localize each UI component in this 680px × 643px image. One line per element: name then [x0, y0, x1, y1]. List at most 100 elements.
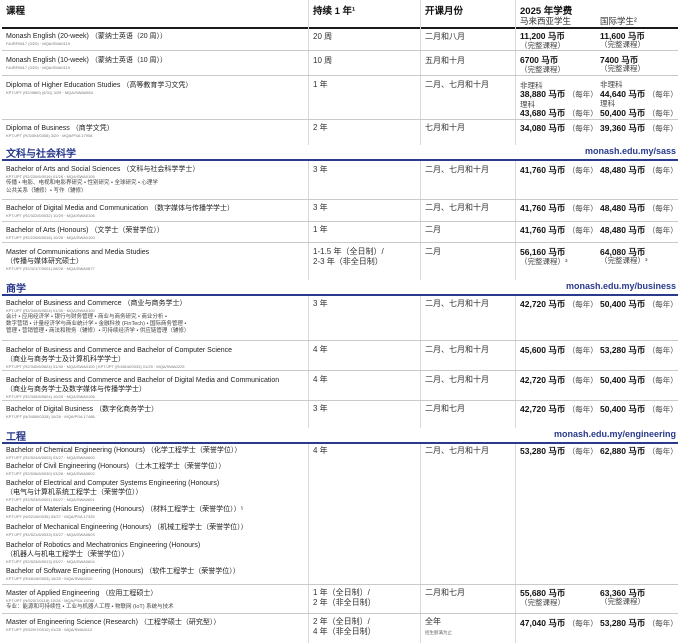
course-name: Master of Communications and Media Studi…	[6, 249, 150, 256]
row-rule	[2, 370, 678, 371]
course-name: Bachelor of Robotics and Mechatronics En…	[6, 542, 201, 549]
fee-unit: （每年）	[647, 204, 678, 213]
row-rule	[2, 400, 678, 401]
intake: 二月、七月和十月	[425, 165, 489, 174]
course-name: Bachelor of Business and Commerce and Ba…	[6, 377, 280, 384]
col-international: 国际学生²	[600, 16, 637, 26]
duration: 20 周	[313, 32, 333, 41]
course-code: KPT/JPT (R2/526/6/0030) 03/26 · MQA/SWA0…	[6, 471, 95, 476]
section-title: 商学	[6, 284, 26, 295]
course-name: Bachelor of Digital Media and Communicat…	[6, 205, 234, 212]
row-rule	[2, 340, 678, 341]
fee-malaysian: 41,760 马币	[520, 203, 566, 213]
course-code: KPT/JPT (R/481/6/0003) 10/25 · MQA/SWA02…	[6, 576, 93, 581]
course-name: Bachelor of Civil Engineering (Honours) …	[6, 463, 226, 470]
row-rule	[2, 199, 678, 200]
divider	[515, 0, 516, 643]
fee-international: 48,480 马币	[600, 203, 646, 213]
fee-unit: （每年）	[567, 447, 598, 456]
course-code: FAJRF6617 (0/20) · MQA/SWA0119	[6, 41, 71, 46]
fee-unit: （每年）	[647, 226, 678, 235]
duration: 4 年（非全日制）	[313, 627, 376, 636]
course-name: Bachelor of Business and Commerce （商业与商务…	[6, 300, 187, 307]
divider	[308, 0, 309, 643]
duration: 3 年	[313, 299, 328, 308]
course-name: Bachelor of Arts and Social Sciences （文科…	[6, 166, 200, 173]
row-rule	[2, 119, 678, 120]
fee-international-note: （完整课程）	[600, 64, 645, 73]
intake: 二月、七月和十月	[425, 203, 489, 212]
fee-malaysian: 38,880 马币	[520, 89, 566, 99]
course-name: Diploma of Higher Education Studies （高等教…	[6, 82, 193, 89]
course-code: KPT/JPT (R2/220/6/0016) 01/26 · MQA/SWA0…	[6, 174, 95, 179]
header-rule	[2, 27, 678, 29]
course-name: Monash English (10-week) （蒙纳士英语（10 周））	[6, 57, 168, 64]
course-code: KPT/JPT (R/520/7/0010) 01/28 · MQA/SWA01…	[6, 627, 93, 632]
duration: 1-1.5 年（全日制）/	[313, 247, 384, 256]
fee-international: 53,280 马币	[600, 345, 646, 355]
intake-note: 招生额满为止	[425, 630, 452, 635]
fee-international: 53,280 马币	[600, 618, 646, 628]
course-name: Bachelor of Mechanical Engineering (Hono…	[6, 524, 248, 531]
row-rule	[2, 221, 678, 222]
course-name: Bachelor of Software Engineering (Honour…	[6, 568, 240, 575]
fee-unit: （每年）	[567, 346, 598, 355]
course-code: KPT/JPT (R2/340/6/0624) 01/30 · MQA/SWA0…	[6, 364, 185, 369]
intake: 二月和七月	[425, 588, 465, 597]
col-intake: 开课月份	[425, 6, 464, 17]
fee-unit: （每年）	[567, 124, 598, 133]
fee-unit: （每年）	[647, 619, 678, 628]
row-rule	[2, 584, 678, 585]
intake: 二月、七月和十月	[425, 375, 489, 384]
course-majors: 管理 • 营销管理 • 商法和税务（辅修）• 可持续经济学 • 供应链管理（辅修…	[6, 328, 190, 334]
course-name: Master of Applied Engineering （应用工程硕士）	[6, 590, 158, 597]
course-code: KPT/JPT (N/345/6/0328) 10/28 · MQA/PSA 1…	[6, 414, 95, 419]
fee-international: 48,480 马币	[600, 165, 646, 175]
row-rule	[2, 242, 678, 243]
course-name: Bachelor of Electrical and Computer Syst…	[6, 480, 220, 487]
fee-malaysian: 42,720 马币	[520, 375, 566, 385]
course-name-cn: （传播与媒体研究硕士）	[6, 258, 83, 265]
course-code: KPT/JPT (R2/321/7/0001) 08/26 · MQA/SWA0…	[6, 266, 95, 271]
section-title: 文科与社会科学	[6, 149, 76, 160]
fee-malaysian-note: （完整课程）	[520, 65, 565, 74]
fee-international: 50,400 马币	[600, 299, 646, 309]
table-header: 课程 持续 1 年¹ 开课月份 2025 年学费 马来西亚学生 国际学生²	[0, 0, 680, 28]
fee-international: 44,640 马币	[600, 89, 646, 99]
fee-unit: （每年）	[647, 300, 678, 309]
fee-malaysian: 41,760 马币	[520, 225, 566, 235]
intake: 五月和十月	[425, 56, 465, 65]
section-link[interactable]: monash.edu.my/engineering	[554, 429, 676, 439]
course-code: KPT/JPT (R2/340/6/0624) 10/29 · MQA/SWA0…	[6, 394, 95, 399]
intake: 二月、七月和十月	[425, 80, 489, 89]
course-name: Monash English (20-week) （蒙纳士英语（20 周））	[6, 33, 168, 40]
fee-international: 50,400 马币	[600, 375, 646, 385]
fee-malaysian: 42,720 马币	[520, 299, 566, 309]
course-name-cn: （机器人与机电工程学士（荣誉学位））	[6, 551, 129, 558]
course-majors: 公共关系（辅修）• 写作（辅修）	[6, 188, 87, 194]
row-rule	[2, 50, 678, 51]
fee-malaysian: 53,280 马币	[520, 446, 566, 456]
fee-unit: （每年）	[647, 109, 678, 118]
duration: 2-3 年（非全日制）	[313, 257, 383, 266]
fee-malaysian-note: （完整课程）	[520, 598, 565, 607]
course-code: KPT/JPT (R/345/4/0308) 3/29 · MQA/PSA 17…	[6, 133, 93, 138]
fee-unit: （每年）	[567, 166, 598, 175]
section-link[interactable]: monash.edu.my/sass	[585, 146, 676, 156]
intake: 二月、七月和十月	[425, 446, 489, 455]
row-rule	[2, 75, 678, 76]
duration: 2 年（非全日制）	[313, 598, 376, 607]
course-code: KPT/JPT (R2/523/6/0013) 03/27 · MQA/SWA0…	[6, 559, 95, 564]
section-header-engineering: 工程 monash.edu.my/engineering	[2, 428, 678, 444]
course-name: Master of Engineering Science (Research)…	[6, 619, 221, 626]
course-name: Bachelor of Materials Engineering (Honou…	[6, 506, 244, 513]
course-code: KPT/JPT (R2/220/6/0016) 10/26 · MQA/SWA0…	[6, 235, 95, 240]
intake: 二月	[425, 247, 441, 256]
course-majors: 数字营销 • 计量经济学与商业统计学 • 金融科技 (FinTech) • 国际…	[6, 321, 187, 327]
course-name: Bachelor of Business and Commerce and Ba…	[6, 347, 233, 354]
course-code: KPT/JPT (N/521/6/0035) 03/27 · MQA/PSA 1…	[6, 514, 95, 519]
fee-unit: （每年）	[647, 346, 678, 355]
course-code: FAJRF6617 (0/20) · MQA/SWA0119	[6, 65, 71, 70]
section-link[interactable]: monash.edu.my/business	[566, 281, 676, 291]
fee-unit: （每年）	[647, 376, 678, 385]
